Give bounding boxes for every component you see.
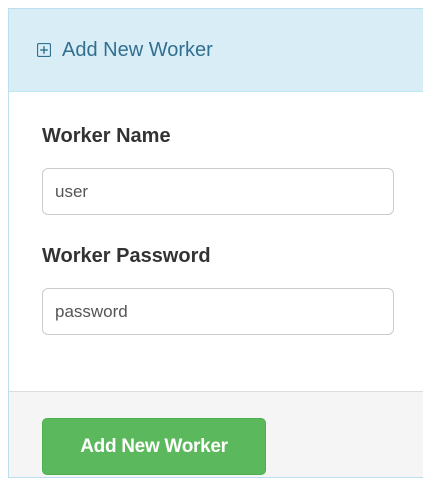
plus-square-icon	[37, 43, 51, 57]
worker-password-label: Worker Password	[42, 245, 211, 267]
panel-body: Worker Name Worker Password	[9, 92, 423, 392]
panel-heading: Add New Worker	[9, 9, 423, 92]
panel-footer: Add New Worker	[9, 391, 423, 477]
worker-name-label: Worker Name	[42, 125, 171, 147]
worker-name-input[interactable]	[42, 168, 394, 215]
worker-password-input[interactable]	[42, 288, 394, 335]
add-worker-panel: Add New Worker Worker Name Worker Passwo…	[8, 8, 423, 478]
add-new-worker-button[interactable]: Add New Worker	[42, 418, 266, 475]
panel-title: Add New Worker	[62, 38, 213, 61]
